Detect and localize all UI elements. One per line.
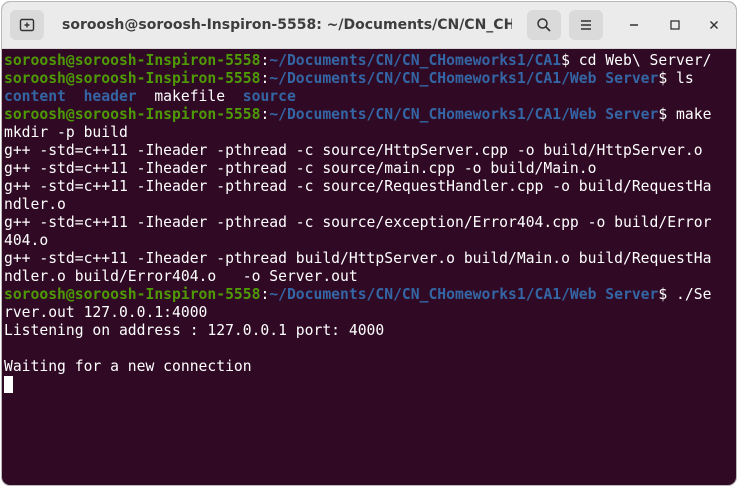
ls-directory: content [4,88,66,105]
command-text: ./Se [676,286,712,303]
minimize-button[interactable] [620,11,648,39]
ls-file: makefile [154,88,226,105]
output-line: g++ -std=c++11 -Iheader -pthread -c sour… [4,214,712,231]
output-line: ndler.o build/Error404.o -o Server.out [4,268,358,285]
prompt-user: soroosh@soroosh-Inspiron-5558 [4,106,261,123]
output-line: 404.o [4,232,49,249]
prompt-user: soroosh@soroosh-Inspiron-5558 [4,70,261,87]
close-button[interactable] [700,11,728,39]
command-text: cd Web\ Server/ [578,52,712,69]
new-tab-icon [19,18,35,32]
output-line: rver.out 127.0.0.1:4000 [4,304,208,321]
menu-button[interactable] [569,10,603,40]
terminal-window: soroosh@soroosh-Inspiron-5558: ~/Documen… [1,1,737,486]
ls-directory: source [242,88,296,105]
command-text: ls [676,70,694,87]
title-bar: soroosh@soroosh-Inspiron-5558: ~/Documen… [2,2,736,49]
hamburger-menu-icon [581,20,591,30]
window-title: soroosh@soroosh-Inspiron-5558: ~/Documen… [62,17,512,33]
maximize-icon [670,20,680,30]
prompt-path: ~/Documents/CN/CN_CHomeworks1/CA1/Web Se… [269,106,659,123]
new-tab-button[interactable] [10,10,44,40]
cursor-line [4,376,732,394]
maximize-button[interactable] [661,11,689,39]
minimize-icon [630,24,638,26]
output-line: Waiting for a new connection [4,358,252,375]
terminal-line: soroosh@soroosh-Inspiron-5558:~/Document… [4,70,694,87]
terminal-line: soroosh@soroosh-Inspiron-5558:~/Document… [4,106,712,123]
terminal-line: soroosh@soroosh-Inspiron-5558:~/Document… [4,52,712,69]
prompt-path: ~/Documents/CN/CN_CHomeworks1/CA1/Web Se… [269,70,659,87]
close-icon [710,21,718,29]
terminal-cursor [4,376,13,393]
output-line: g++ -std=c++11 -Iheader -pthread -c sour… [4,142,703,159]
search-icon [537,18,551,32]
command-text: make [676,106,712,123]
terminal-output[interactable]: soroosh@soroosh-Inspiron-5558:~/Document… [4,52,732,482]
terminal-line: soroosh@soroosh-Inspiron-5558:~/Document… [4,286,712,303]
output-line: g++ -std=c++11 -Iheader -pthread -c sour… [4,178,712,195]
prompt-path: ~/Documents/CN/CN_CHomeworks1/CA1 [269,52,562,69]
terminal-line: content header makefile source [4,88,732,106]
prompt-user: soroosh@soroosh-Inspiron-5558 [4,286,261,303]
output-line: mkdir -p build [4,124,128,141]
output-line: g++ -std=c++11 -Iheader -pthread build/H… [4,250,712,267]
output-line: Listening on address : 127.0.0.1 port: 4… [4,322,385,339]
ls-directory: header [83,88,137,105]
search-button[interactable] [527,10,561,40]
prompt-path: ~/Documents/CN/CN_CHomeworks1/CA1/Web Se… [269,286,659,303]
output-line: ndler.o [4,196,66,213]
prompt-user: soroosh@soroosh-Inspiron-5558 [4,52,261,69]
output-line: g++ -std=c++11 -Iheader -pthread -c sour… [4,160,597,177]
